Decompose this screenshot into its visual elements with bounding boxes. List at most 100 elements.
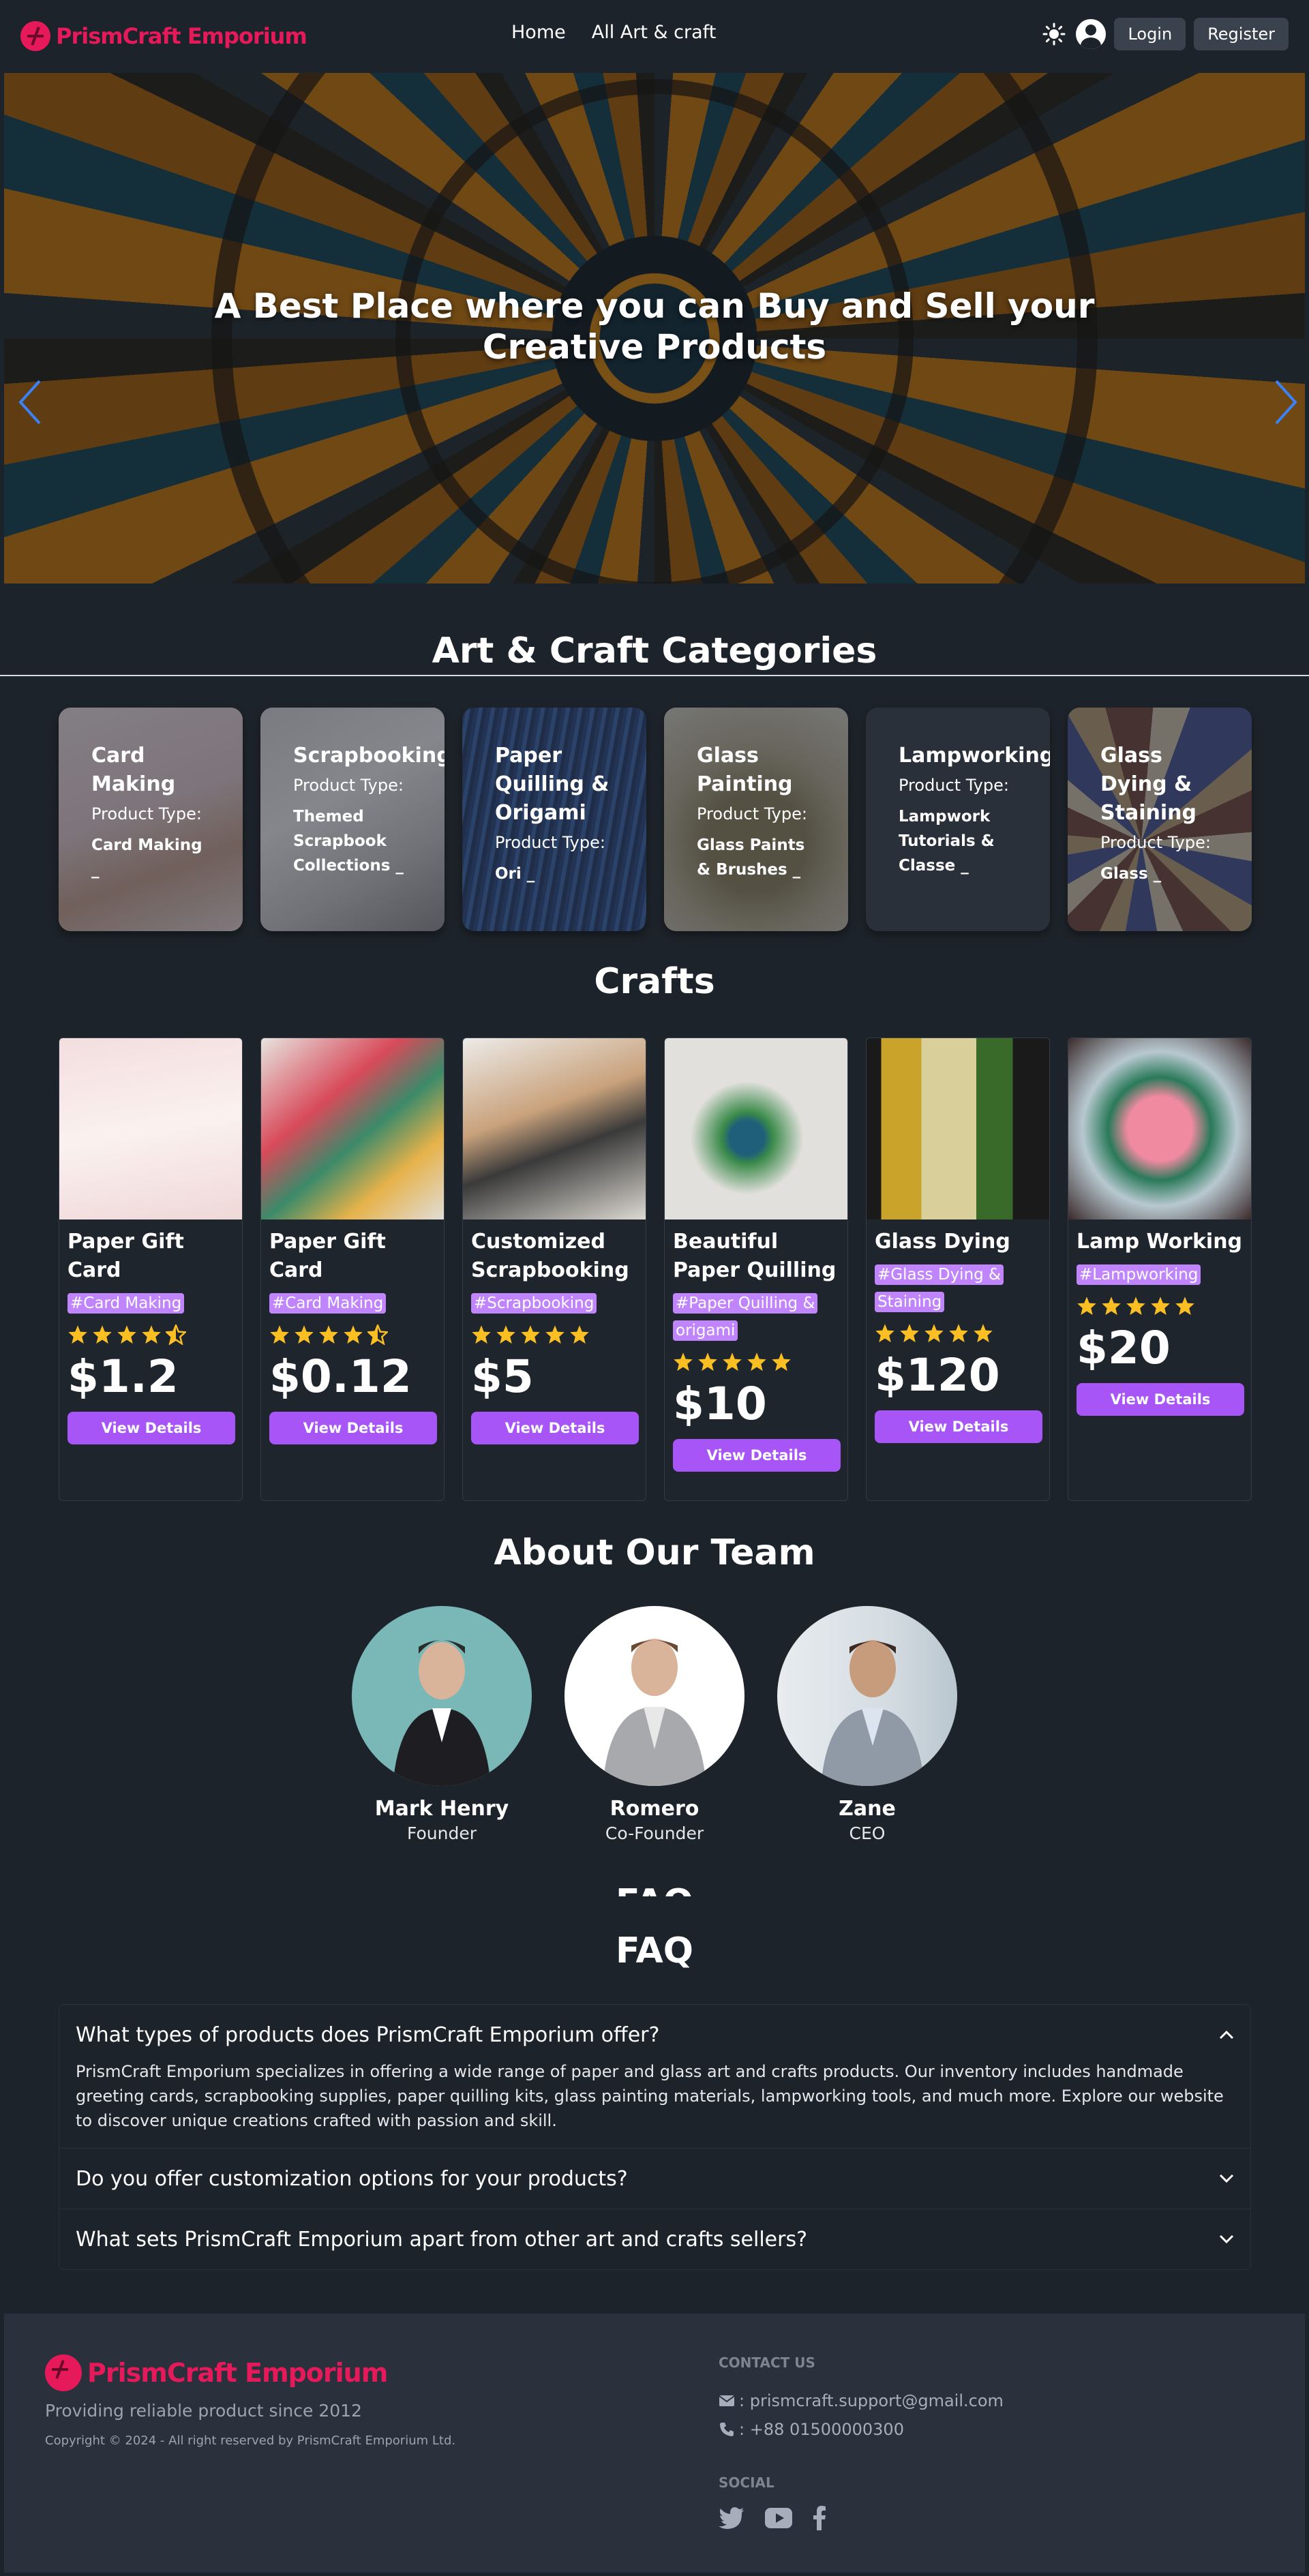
team-member-card: Mark Henry Founder bbox=[350, 1606, 534, 1843]
star-rating bbox=[673, 1352, 839, 1372]
star-icon bbox=[1102, 1297, 1121, 1316]
product-type-value: Glass Paints & Brushes _ bbox=[697, 836, 805, 879]
craft-image bbox=[59, 1038, 242, 1219]
star-rating bbox=[875, 1323, 1041, 1344]
craft-image bbox=[463, 1038, 646, 1219]
star-icon bbox=[367, 1324, 388, 1345]
star-icon bbox=[723, 1352, 742, 1372]
craft-image bbox=[1068, 1038, 1251, 1219]
category-card[interactable]: Card Making Product Type: Card Making _ bbox=[59, 708, 243, 931]
twitter-icon[interactable] bbox=[719, 2507, 744, 2532]
craft-category-tag: #Scrapbooking bbox=[471, 1293, 597, 1314]
star-icon bbox=[496, 1325, 515, 1344]
craft-category-tag: #Glass Dying & Staining bbox=[875, 1264, 1004, 1312]
contact-phone-number: : +88 01500000300 bbox=[739, 2420, 904, 2439]
star-icon bbox=[93, 1325, 112, 1344]
view-details-button[interactable]: View Details bbox=[67, 1412, 235, 1444]
craft-name: Paper Gift Card bbox=[67, 1230, 184, 1282]
faq-question-toggle[interactable]: Do you offer customization options for y… bbox=[76, 2149, 1234, 2209]
view-details-button[interactable]: View Details bbox=[471, 1412, 639, 1444]
craft-name: Glass Dying bbox=[875, 1230, 1010, 1254]
craft-image bbox=[867, 1038, 1049, 1219]
chevron-left-icon[interactable] bbox=[16, 378, 44, 426]
craft-card: Paper Gift Card #Card Making $1.2 View D… bbox=[59, 1037, 243, 1501]
craft-name: Customized Scrapbooking bbox=[471, 1230, 629, 1282]
craft-card: Paper Gift Card #Card Making $0.12 View … bbox=[260, 1037, 445, 1501]
footer-copyright: Copyright © 2024 - All right reserved by… bbox=[45, 2434, 456, 2448]
category-card[interactable]: Lampworking Product Type: Lampwork Tutor… bbox=[866, 708, 1050, 931]
product-type-label: Product Type: bbox=[1100, 833, 1211, 852]
product-type-value: Card Making _ bbox=[91, 836, 202, 879]
craft-name: Lamp Working bbox=[1077, 1230, 1243, 1254]
category-card[interactable]: Scrapbooking Product Type: Themed Scrapb… bbox=[260, 708, 445, 931]
contact-email: : prismcraft.support@gmail.com bbox=[719, 2391, 1004, 2410]
product-type-value: Ori _ bbox=[495, 865, 535, 883]
faq-title: FAQ bbox=[615, 1930, 693, 1971]
youtube-icon[interactable] bbox=[765, 2508, 792, 2531]
brand-logo-icon bbox=[45, 2354, 82, 2391]
view-details-button[interactable]: View Details bbox=[875, 1410, 1042, 1443]
category-card[interactable]: Glass Painting Product Type: Glass Paint… bbox=[664, 708, 848, 931]
crafts-title: Crafts bbox=[594, 961, 715, 1002]
faq-question: What types of products does PrismCraft E… bbox=[76, 2022, 660, 2047]
view-details-button[interactable]: View Details bbox=[1077, 1383, 1244, 1416]
category-card[interactable]: Paper Quilling & Origami Product Type: O… bbox=[462, 708, 646, 931]
user-icon[interactable] bbox=[1076, 19, 1107, 49]
team-member-card: Zane CEO bbox=[775, 1606, 959, 1843]
view-details-button[interactable]: View Details bbox=[673, 1439, 841, 1472]
avatar bbox=[777, 1606, 957, 1786]
star-rating bbox=[67, 1324, 234, 1345]
brand-link[interactable]: PrismCraft Emporium bbox=[20, 20, 307, 51]
craft-category-tag: #Card Making bbox=[67, 1293, 185, 1314]
faq-question-toggle[interactable]: What types of products does PrismCraft E… bbox=[76, 2005, 1234, 2065]
product-type-label: Product Type: bbox=[293, 776, 404, 795]
star-icon bbox=[295, 1325, 314, 1344]
craft-card: Customized Scrapbooking #Scrapbooking $5… bbox=[462, 1037, 646, 1501]
faq-question-toggle[interactable]: What sets PrismCraft Emporium apart from… bbox=[76, 2209, 1234, 2269]
facebook-icon[interactable] bbox=[813, 2506, 826, 2533]
craft-category-tag: #Lampworking bbox=[1077, 1264, 1201, 1285]
star-icon bbox=[698, 1352, 717, 1372]
star-rating bbox=[269, 1324, 436, 1345]
login-button[interactable]: Login bbox=[1114, 18, 1186, 50]
faq-accordion: What types of products does PrismCraft E… bbox=[59, 2004, 1251, 2270]
product-type-label: Product Type: bbox=[899, 776, 1009, 795]
chevron-up-icon bbox=[1219, 2030, 1234, 2040]
category-name: Lampworking bbox=[899, 744, 1050, 768]
chevron-down-icon bbox=[1219, 2234, 1234, 2244]
view-details-button[interactable]: View Details bbox=[269, 1412, 437, 1444]
team-member-name: Zane bbox=[839, 1797, 896, 1821]
avatar bbox=[565, 1606, 744, 1786]
star-icon bbox=[875, 1324, 894, 1343]
star-icon bbox=[1126, 1297, 1145, 1316]
category-name: Glass Dying & Staining bbox=[1100, 744, 1197, 825]
star-icon bbox=[924, 1324, 944, 1343]
phone-icon bbox=[720, 2423, 734, 2436]
team-member-name: Romero bbox=[610, 1797, 699, 1821]
chevron-right-icon[interactable] bbox=[1272, 378, 1299, 426]
craft-card: Lamp Working #Lampworking $20 View Detai… bbox=[1068, 1037, 1252, 1501]
craft-price: $0.12 bbox=[269, 1350, 412, 1403]
sun-icon[interactable] bbox=[1040, 20, 1068, 48]
mail-icon bbox=[719, 2395, 735, 2406]
star-rating bbox=[471, 1324, 637, 1345]
avatar bbox=[352, 1606, 532, 1786]
contact-email-link[interactable]: : prismcraft.support@gmail.com bbox=[739, 2391, 1004, 2410]
star-icon bbox=[570, 1325, 589, 1344]
product-type-value: Glass _ bbox=[1100, 865, 1162, 883]
craft-image bbox=[261, 1038, 444, 1219]
nav-link-all-art-craft[interactable]: All Art & craft bbox=[592, 22, 717, 43]
nav-link-home[interactable]: Home bbox=[511, 22, 566, 43]
category-card[interactable]: Glass Dying & Staining Product Type: Gla… bbox=[1068, 708, 1252, 931]
craft-card: Glass Dying #Glass Dying & Staining $120… bbox=[866, 1037, 1050, 1501]
section-divider bbox=[0, 675, 1309, 676]
star-icon bbox=[270, 1325, 289, 1344]
star-icon bbox=[974, 1324, 993, 1343]
chevron-down-icon bbox=[1219, 2174, 1234, 2183]
star-icon bbox=[949, 1324, 968, 1343]
register-button[interactable]: Register bbox=[1194, 18, 1289, 50]
product-type-label: Product Type: bbox=[697, 804, 807, 823]
star-icon bbox=[1175, 1297, 1194, 1316]
star-icon bbox=[772, 1352, 791, 1372]
categories-list: Card Making Product Type: Card Making _ … bbox=[59, 708, 1252, 931]
